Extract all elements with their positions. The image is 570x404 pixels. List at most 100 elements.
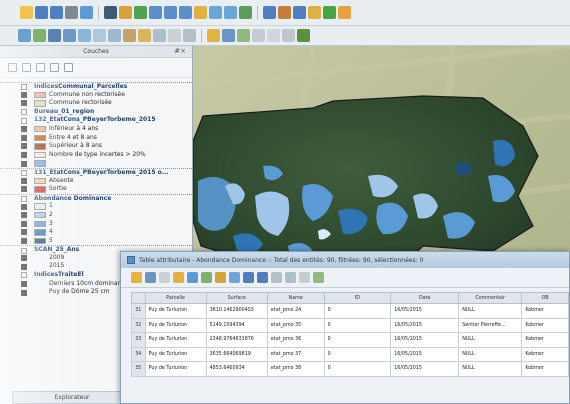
layer-item[interactable]: Inférieur à 4 ans <box>0 125 192 134</box>
new-field-icon[interactable] <box>285 272 296 283</box>
layer-visibility-checkbox[interactable] <box>21 117 27 124</box>
add-raster-icon[interactable] <box>33 29 46 42</box>
layer-item[interactable]: 4 <box>0 228 192 237</box>
zoom-icon[interactable] <box>80 6 93 19</box>
node-tool-icon[interactable] <box>267 29 280 42</box>
layer-visibility-checkbox[interactable] <box>21 237 27 244</box>
layer-visibility-checkbox[interactable] <box>21 160 27 167</box>
toggle-edit-icon[interactable] <box>207 29 220 42</box>
table-cell[interactable]: Kobmer <box>521 346 569 362</box>
layer-item[interactable]: Absente <box>0 177 192 186</box>
identify-features-icon[interactable] <box>263 6 276 19</box>
table-cell[interactable]: NULL <box>458 346 523 362</box>
table-cell[interactable]: 16/05/2015 <box>390 332 460 348</box>
row-number[interactable]: 31 <box>131 303 146 319</box>
table-cell[interactable]: 5149.1594394 <box>205 317 268 333</box>
table-cell[interactable]: 0 <box>323 303 392 319</box>
table-cell[interactable]: 16/05/2015 <box>390 346 460 362</box>
table-cell[interactable]: 4853.6460934 <box>205 361 268 377</box>
delete-field-icon[interactable] <box>299 272 310 283</box>
layer-item[interactable]: 3 <box>0 220 192 229</box>
layer-visibility-checkbox[interactable] <box>21 152 27 159</box>
new-project-icon[interactable] <box>20 6 33 19</box>
deselect-icon[interactable] <box>308 6 321 19</box>
layer-item[interactable]: Sortie <box>0 185 192 194</box>
zoom-next-icon[interactable] <box>224 6 237 19</box>
layer-visibility-checkbox[interactable] <box>21 109 27 116</box>
new-layer-icon[interactable] <box>138 29 151 42</box>
copy-rows-icon[interactable] <box>271 272 282 283</box>
add-delimited-icon[interactable] <box>183 29 196 42</box>
collapse-all-icon[interactable] <box>64 63 73 72</box>
table-cell[interactable]: Puy de Turlurion <box>144 303 207 319</box>
row-number[interactable]: 33 <box>131 332 146 348</box>
column-header[interactable]: Date <box>390 292 460 304</box>
layer-visibility-checkbox[interactable] <box>21 220 27 227</box>
table-cell[interactable]: 16/05/2015 <box>390 361 460 377</box>
table-row[interactable]: 32 Puy de Turlurion 5149.1594394 etat_pmo 3… <box>131 317 569 333</box>
table-cell[interactable]: Kobmer <box>521 361 569 377</box>
table-cell[interactable]: etat_pmo 36 <box>266 332 325 348</box>
layer-item[interactable]: Nombre de type incertes > 20% <box>0 151 192 160</box>
add-wfs-icon[interactable] <box>108 29 121 42</box>
pan-icon[interactable] <box>104 6 117 19</box>
browser-tab[interactable]: Explorateur <box>12 391 132 404</box>
table-row[interactable]: 31 Puy de Turlurion 3610.14629004S3 etat_pm… <box>131 303 569 319</box>
layer-item[interactable]: 5 <box>0 237 192 246</box>
layer-visibility-checkbox[interactable] <box>21 196 27 203</box>
pan-to-selection-icon[interactable] <box>243 272 254 283</box>
field-calculator-icon[interactable] <box>313 272 324 283</box>
remove-layer-icon[interactable] <box>168 29 181 42</box>
refresh-icon[interactable] <box>239 6 252 19</box>
zoom-out-icon[interactable] <box>164 6 177 19</box>
table-row[interactable]: 33 Puy de Turlurion 2348.9764631876 etat_pm… <box>131 332 569 348</box>
column-header[interactable]: Surface <box>205 292 268 304</box>
add-feature-icon[interactable] <box>237 29 250 42</box>
identify-icon[interactable] <box>134 6 147 19</box>
table-cell[interactable]: 3635.664069819 <box>205 346 268 362</box>
layer-group[interactable]: Abondance Dominance <box>0 193 192 203</box>
layer-visibility-checkbox[interactable] <box>21 212 27 219</box>
table-cell[interactable]: etat_pmo 38 <box>266 361 325 377</box>
layer-item[interactable]: Supérieur à 8 ans <box>0 142 192 151</box>
attribute-table-titlebar[interactable]: Table attributaire - Abondance Dominance… <box>121 252 569 268</box>
edit-mode-icon[interactable] <box>131 272 142 283</box>
row-number[interactable]: 32 <box>131 317 146 333</box>
expand-all-icon[interactable] <box>50 63 59 72</box>
select-features-icon[interactable] <box>293 6 306 19</box>
column-header[interactable]: Name <box>266 292 325 304</box>
table-cell[interactable]: 2348.9764631876 <box>205 332 268 348</box>
add-spatialite-icon[interactable] <box>63 29 76 42</box>
zoom-layer-icon[interactable] <box>194 6 207 19</box>
layer-visibility-checkbox[interactable] <box>21 289 27 296</box>
save-as-icon[interactable] <box>50 6 63 19</box>
layer-item[interactable] <box>0 159 192 168</box>
python-icon[interactable] <box>323 6 336 19</box>
table-row[interactable]: 34 Puy de Turlurion 3635.664069819 etat_pmo… <box>131 346 569 362</box>
print-icon[interactable] <box>65 6 78 19</box>
table-cell[interactable]: NULL <box>458 361 523 377</box>
table-cell[interactable]: Puy de Turlurion <box>144 332 207 348</box>
zoom-to-selection-icon[interactable] <box>257 272 268 283</box>
layer-group[interactable]: 132_EtatCons_PBeyerTorbeme_2015 <box>0 116 192 125</box>
layer-visibility-checkbox[interactable] <box>21 247 27 254</box>
layer-visibility-checkbox[interactable] <box>21 126 27 133</box>
column-header[interactable]: OB <box>521 292 569 304</box>
layer-visibility-checkbox[interactable] <box>21 255 27 262</box>
open-layer-styling-icon[interactable] <box>8 63 17 72</box>
zoom-full-icon[interactable] <box>179 6 192 19</box>
column-header[interactable]: ID <box>323 292 392 304</box>
layer-visibility-checkbox[interactable] <box>21 186 27 193</box>
table-cell[interactable]: etat_pmo 24 <box>266 303 325 319</box>
table-cell[interactable]: 16/05/2015 <box>390 303 460 319</box>
save-icon[interactable] <box>35 6 48 19</box>
layer-item[interactable]: Entre 4 et 8 ans <box>0 134 192 143</box>
filter-legend-icon[interactable] <box>36 63 45 72</box>
table-cell[interactable]: 16/05/2015 <box>390 317 460 333</box>
table-cell[interactable]: 3610.14629004S3 <box>205 303 268 319</box>
measure-icon[interactable] <box>278 6 291 19</box>
invert-selection-icon[interactable] <box>201 272 212 283</box>
row-number[interactable]: 34 <box>131 346 146 362</box>
layer-item[interactable]: 1 <box>0 202 192 211</box>
layer-visibility-checkbox[interactable] <box>21 263 27 270</box>
